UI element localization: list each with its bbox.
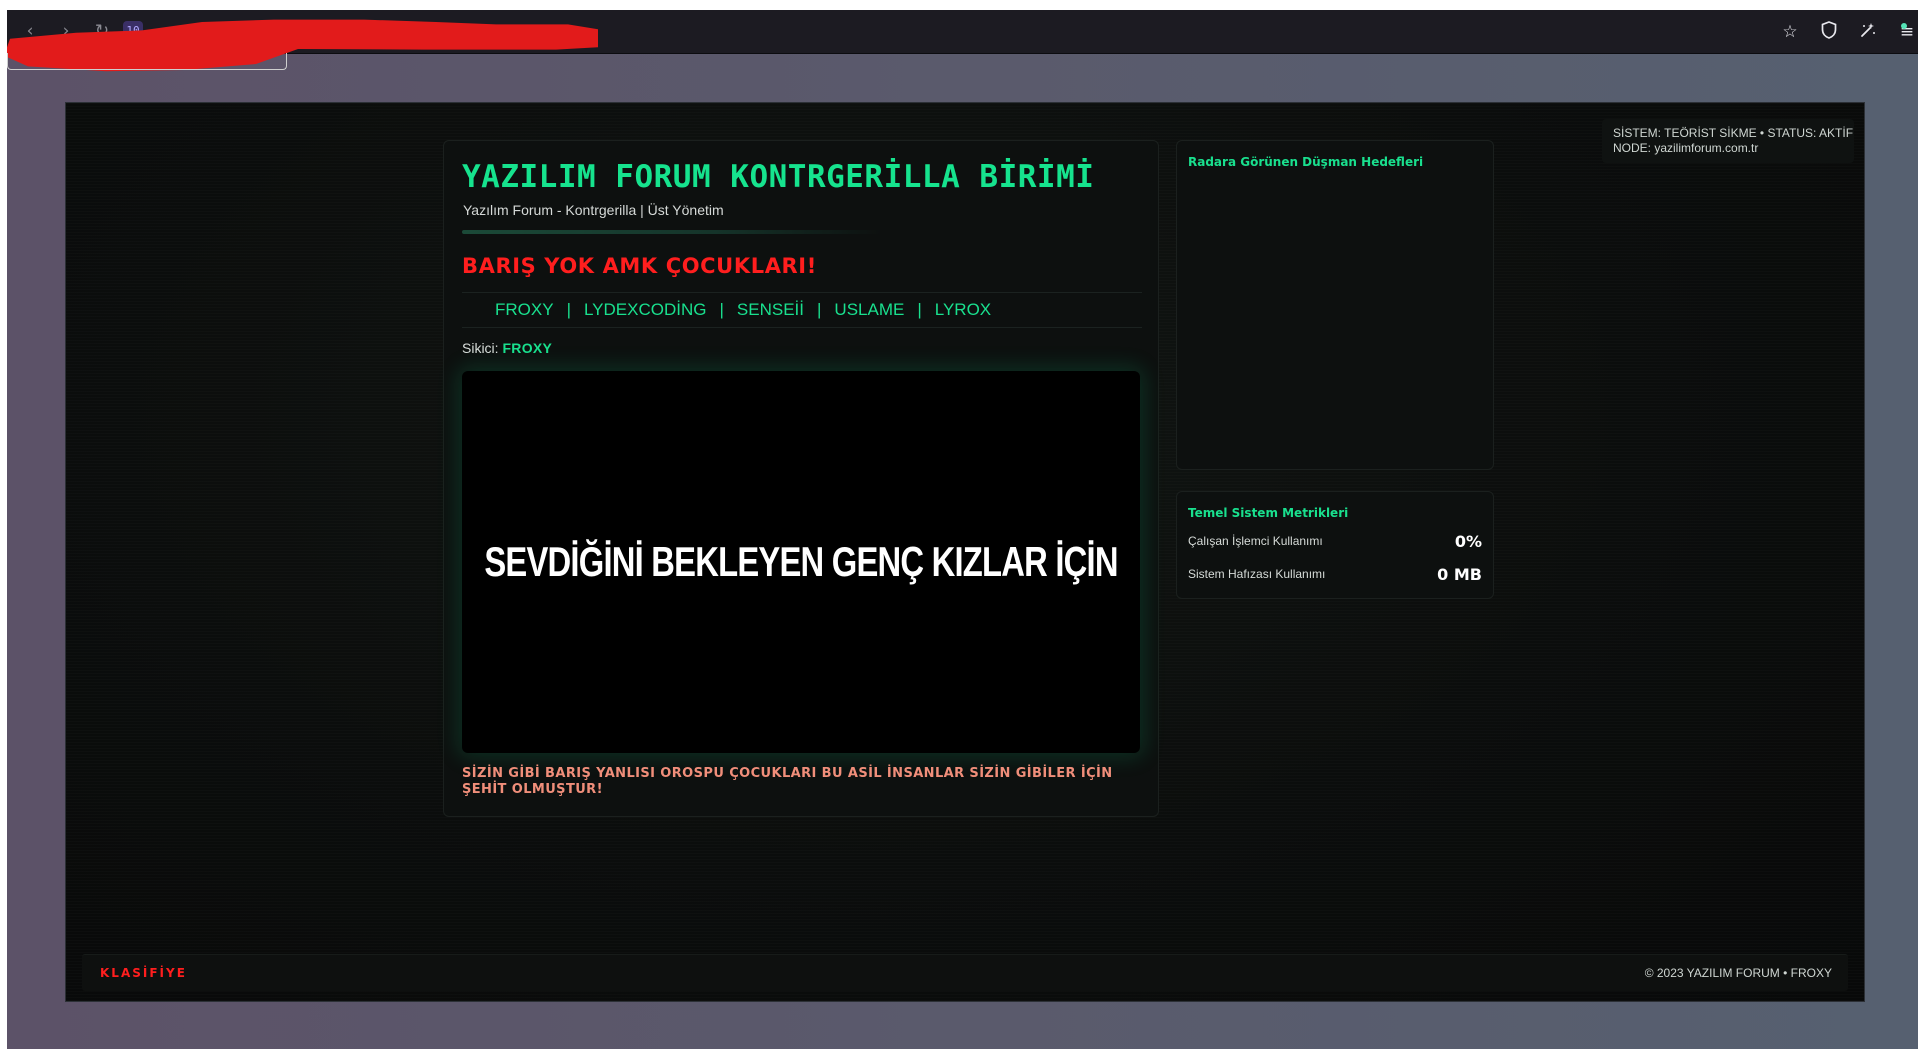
status-line-node: NODE: yazilimforum.com.tr <box>1613 141 1759 155</box>
member-link-lyrox[interactable]: LYROX <box>935 300 991 320</box>
member-separator: | <box>719 300 724 319</box>
headline: BARIŞ YOK AMK ÇOCUKLARI! <box>462 254 817 278</box>
memory-usage-value: 0 MB <box>1437 565 1482 584</box>
notification-dot <box>1901 23 1907 29</box>
member-link-uslame[interactable]: USLAME <box>834 300 904 320</box>
member-separator: | <box>566 300 571 319</box>
sikici-label: Sikici: <box>462 340 499 356</box>
metrics-title: Temel Sistem Metrikleri <box>1188 506 1349 520</box>
tab-strip-edge <box>7 53 287 70</box>
shield-icon[interactable] <box>1818 21 1840 43</box>
member-link-senseii[interactable]: SENSEİİ <box>737 300 804 320</box>
radar-panel: Radara Görünen Düşman Hedefleri <box>1176 140 1494 470</box>
system-status-box: SİSTEM: TEÖRİST SİKME • STATUS: AKTİF NO… <box>1602 119 1854 163</box>
extensions-icon[interactable] <box>1857 21 1879 43</box>
bottom-note: SİZİN GİBİ BARIŞ YANLISI OROSPU ÇOCUKLAR… <box>462 766 1113 797</box>
classified-label: KLASİFİYE <box>100 966 187 980</box>
video-caption: SEVDİĞİNİ BEKLEYEN GENÇ KIZLAR İÇİN <box>484 538 1118 585</box>
main-panel: YAZILIM FORUM KONTRGERİLLA BİRİMİ Yazılı… <box>443 140 1159 817</box>
cpu-usage-value: 0% <box>1454 532 1482 551</box>
member-separator: | <box>817 300 822 319</box>
member-separator: | <box>917 300 922 319</box>
memory-usage-label: Sistem Hafızası Kullanımı <box>1188 567 1326 581</box>
member-link-lydexcoding[interactable]: LYDEXCODİNG <box>584 300 707 320</box>
browser-window: ‹ › ↻ 10 ☆ ≡ SİSTEM: TEÖRİST SİKME • STA… <box>7 10 1918 1049</box>
cpu-usage-label: Çalışan İşlemci Kullanımı <box>1188 534 1323 548</box>
video-player[interactable]: SEVDİĞİNİ BEKLEYEN GENÇ KIZLAR İÇİN <box>462 371 1140 753</box>
member-nav: FROXY | LYDEXCODİNG | SENSEİİ | USLAME |… <box>462 292 1142 328</box>
website-viewport: SİSTEM: TEÖRİST SİKME • STATUS: AKTİF NO… <box>66 103 1864 1001</box>
menu-icon[interactable]: ≡ <box>1896 21 1918 43</box>
page-subtitle: Yazılım Forum - Kontrgerilla | Üst Yönet… <box>463 202 724 218</box>
page-title: YAZILIM FORUM KONTRGERİLLA BİRİMİ <box>462 159 1095 195</box>
copyright-text: © 2023 YAZILIM FORUM • FROXY <box>1644 966 1832 980</box>
site-footer: KLASİFİYE © 2023 YAZILIM FORUM • FROXY <box>82 954 1848 991</box>
browser-toolbar: ‹ › ↻ 10 ☆ ≡ <box>7 10 1918 72</box>
sikici-name: FROXY <box>502 340 553 356</box>
star-icon[interactable]: ☆ <box>1779 21 1801 43</box>
title-divider <box>462 230 882 234</box>
status-line-system: SİSTEM: TEÖRİST SİKME • STATUS: AKTİF <box>1613 126 1854 140</box>
sikici-line: Sikici: FROXY <box>462 340 552 356</box>
member-link-froxy[interactable]: FROXY <box>495 300 554 320</box>
metrics-panel: Temel Sistem Metrikleri Çalışan İşlemci … <box>1176 491 1494 599</box>
radar-title: Radara Görünen Düşman Hedefleri <box>1188 155 1424 169</box>
